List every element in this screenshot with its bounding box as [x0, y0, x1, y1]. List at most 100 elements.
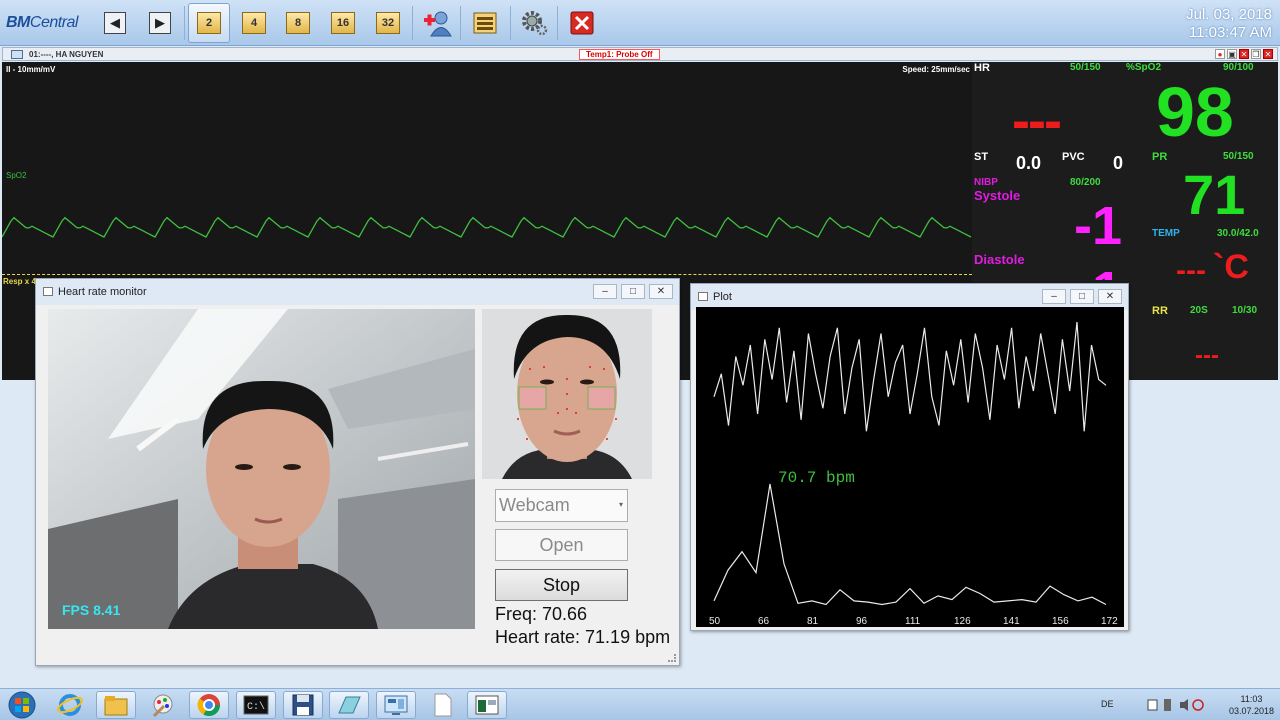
- exit-button[interactable]: [561, 3, 603, 43]
- paint-icon: [152, 694, 173, 718]
- terminal-icon: C:\: [243, 695, 269, 715]
- x-tick-label: 96: [856, 616, 868, 627]
- hr-limits: 50/150: [1070, 62, 1101, 73]
- minimize-button[interactable]: –: [1042, 289, 1066, 304]
- grid-8-button[interactable]: 8: [277, 3, 319, 43]
- close-icon[interactable]: ✕: [1263, 49, 1273, 59]
- rr-value: ---: [1195, 342, 1219, 369]
- internet-explorer-icon: [57, 694, 83, 716]
- next-button[interactable]: ▶: [139, 3, 181, 43]
- pvc-label: PVC: [1062, 151, 1085, 163]
- temp-value: ---: [1176, 254, 1206, 287]
- spo2-wave-label: SpO2: [6, 171, 27, 180]
- peak-label: 70.7 bpm: [778, 469, 855, 487]
- taskbar: C:\ DE 11:03 03.07.2018: [0, 688, 1280, 720]
- grid-2-button[interactable]: 2: [188, 3, 230, 43]
- chevron-down-icon: ▾: [618, 500, 623, 509]
- freq-readout: Freq: 70.66: [495, 604, 588, 624]
- resize-grip[interactable]: [668, 654, 676, 662]
- time-text: 11:03:47 AM: [1188, 24, 1272, 41]
- grid-16-button[interactable]: 16: [322, 3, 364, 43]
- pr-value: 71: [1183, 163, 1246, 226]
- spo2-value: 98: [1156, 73, 1234, 151]
- monitor-app-icon: [384, 695, 408, 715]
- taskbar-document[interactable]: [423, 691, 463, 719]
- window-icon: [698, 292, 708, 301]
- stop-button[interactable]: Stop: [495, 569, 628, 601]
- chrome-icon: [197, 694, 220, 716]
- x-tick-label: 156: [1052, 616, 1069, 627]
- toolbar-divider: [557, 6, 558, 40]
- close-button[interactable]: ✕: [1098, 289, 1122, 304]
- system-clock[interactable]: 11:03 03.07.2018: [1229, 693, 1274, 717]
- toolbar-divider: [510, 6, 511, 40]
- taskbar-terminal[interactable]: C:\: [236, 691, 276, 719]
- toolbar-divider: [460, 6, 461, 40]
- datetime: Jul. 03, 2018 11:03:47 AM: [1186, 6, 1272, 42]
- plot-canvas: 70.7 bpm 50 66 81 96 111 126 141 156 172: [696, 307, 1124, 627]
- settings-button[interactable]: [513, 3, 555, 43]
- grid-4-button[interactable]: 4: [233, 3, 275, 43]
- probe-alert[interactable]: Temp1: Probe Off: [579, 49, 660, 60]
- toolbar-divider: [412, 6, 413, 40]
- grid-32-icon: 32: [376, 12, 400, 34]
- minimize-button[interactable]: –: [593, 284, 617, 299]
- grid-32-button[interactable]: 32: [367, 3, 409, 43]
- network-icon: [1164, 699, 1171, 711]
- clock-time: 11:03: [1240, 694, 1263, 704]
- start-button[interactable]: [2, 691, 42, 719]
- alarm-off-icon[interactable]: ✕: [1239, 49, 1249, 59]
- app-icon: [338, 696, 361, 714]
- add-patient-button[interactable]: [416, 3, 458, 43]
- taskbar-save-app[interactable]: [283, 691, 323, 719]
- grid-2-icon: 2: [197, 12, 221, 34]
- taskbar-chrome[interactable]: [189, 691, 229, 719]
- x-tick-label: 141: [1003, 616, 1020, 627]
- taskbar-paint[interactable]: [143, 691, 183, 719]
- face-crop-frame: [482, 309, 652, 479]
- taskbar-file-explorer[interactable]: [96, 691, 136, 719]
- diastole-value: -1: [1074, 260, 1122, 280]
- open-button[interactable]: Open: [495, 529, 628, 561]
- taskbar-internet-explorer[interactable]: [50, 691, 90, 719]
- grid-16-icon: 16: [331, 12, 355, 34]
- resp-wave-label: Resp x 4: [3, 277, 36, 286]
- heart-rate-monitor-window: Heart rate monitor – □ ✕ FPS 8.41 Webcam…: [35, 278, 680, 666]
- close-button[interactable]: ✕: [649, 284, 673, 299]
- ecg-lead-label: II - 10mm/mV: [6, 65, 56, 74]
- toolbar-divider: [184, 6, 185, 40]
- windows-start-icon: [8, 691, 36, 719]
- pvc-value: 0: [1113, 153, 1124, 173]
- save-disk-icon: [292, 694, 314, 716]
- x-tick-label: 111: [905, 616, 921, 627]
- taskbar-app[interactable]: [329, 691, 369, 719]
- spo2-waveform: [2, 216, 972, 238]
- rr-mode: 20S: [1190, 305, 1208, 316]
- rr-limits: 10/30: [1232, 305, 1258, 316]
- date-text: Jul. 03, 2018: [1186, 6, 1272, 23]
- rr-label: RR: [1152, 305, 1168, 317]
- close-icon: [570, 11, 594, 35]
- st-value: 0.0: [1016, 153, 1042, 173]
- monitor-titlebar: 01:----, HA NGUYEN Temp1: Probe Off ● ▣ …: [2, 47, 1278, 61]
- taskbar-monitor-app[interactable]: [376, 691, 416, 719]
- freeze-icon[interactable]: ▣: [1227, 49, 1237, 59]
- previous-button[interactable]: ◀: [94, 3, 136, 43]
- face-crop-view: [482, 309, 652, 479]
- restore-icon[interactable]: ❐: [1251, 49, 1261, 59]
- arrow-right-icon: ▶: [149, 12, 171, 34]
- monitor-icon: [11, 50, 23, 59]
- maximize-button[interactable]: □: [1070, 289, 1094, 304]
- record-icon[interactable]: ●: [1215, 49, 1225, 59]
- source-select[interactable]: Webcam ▾: [495, 489, 628, 522]
- pr-limits: 50/150: [1223, 151, 1254, 162]
- gear-icon: [522, 11, 548, 36]
- taskbar-plot-app[interactable]: [467, 691, 507, 719]
- window-icon: [43, 287, 53, 296]
- maximize-button[interactable]: □: [621, 284, 645, 299]
- plot-window: Plot – □ ✕ 70.7 bpm 50 66 81 96 111 126 141 156…: [690, 283, 1129, 631]
- webcam-view: FPS 8.41: [48, 309, 475, 629]
- arrow-left-icon: ◀: [104, 12, 126, 34]
- list-button[interactable]: [464, 3, 506, 43]
- language-indicator[interactable]: DE: [1101, 699, 1114, 709]
